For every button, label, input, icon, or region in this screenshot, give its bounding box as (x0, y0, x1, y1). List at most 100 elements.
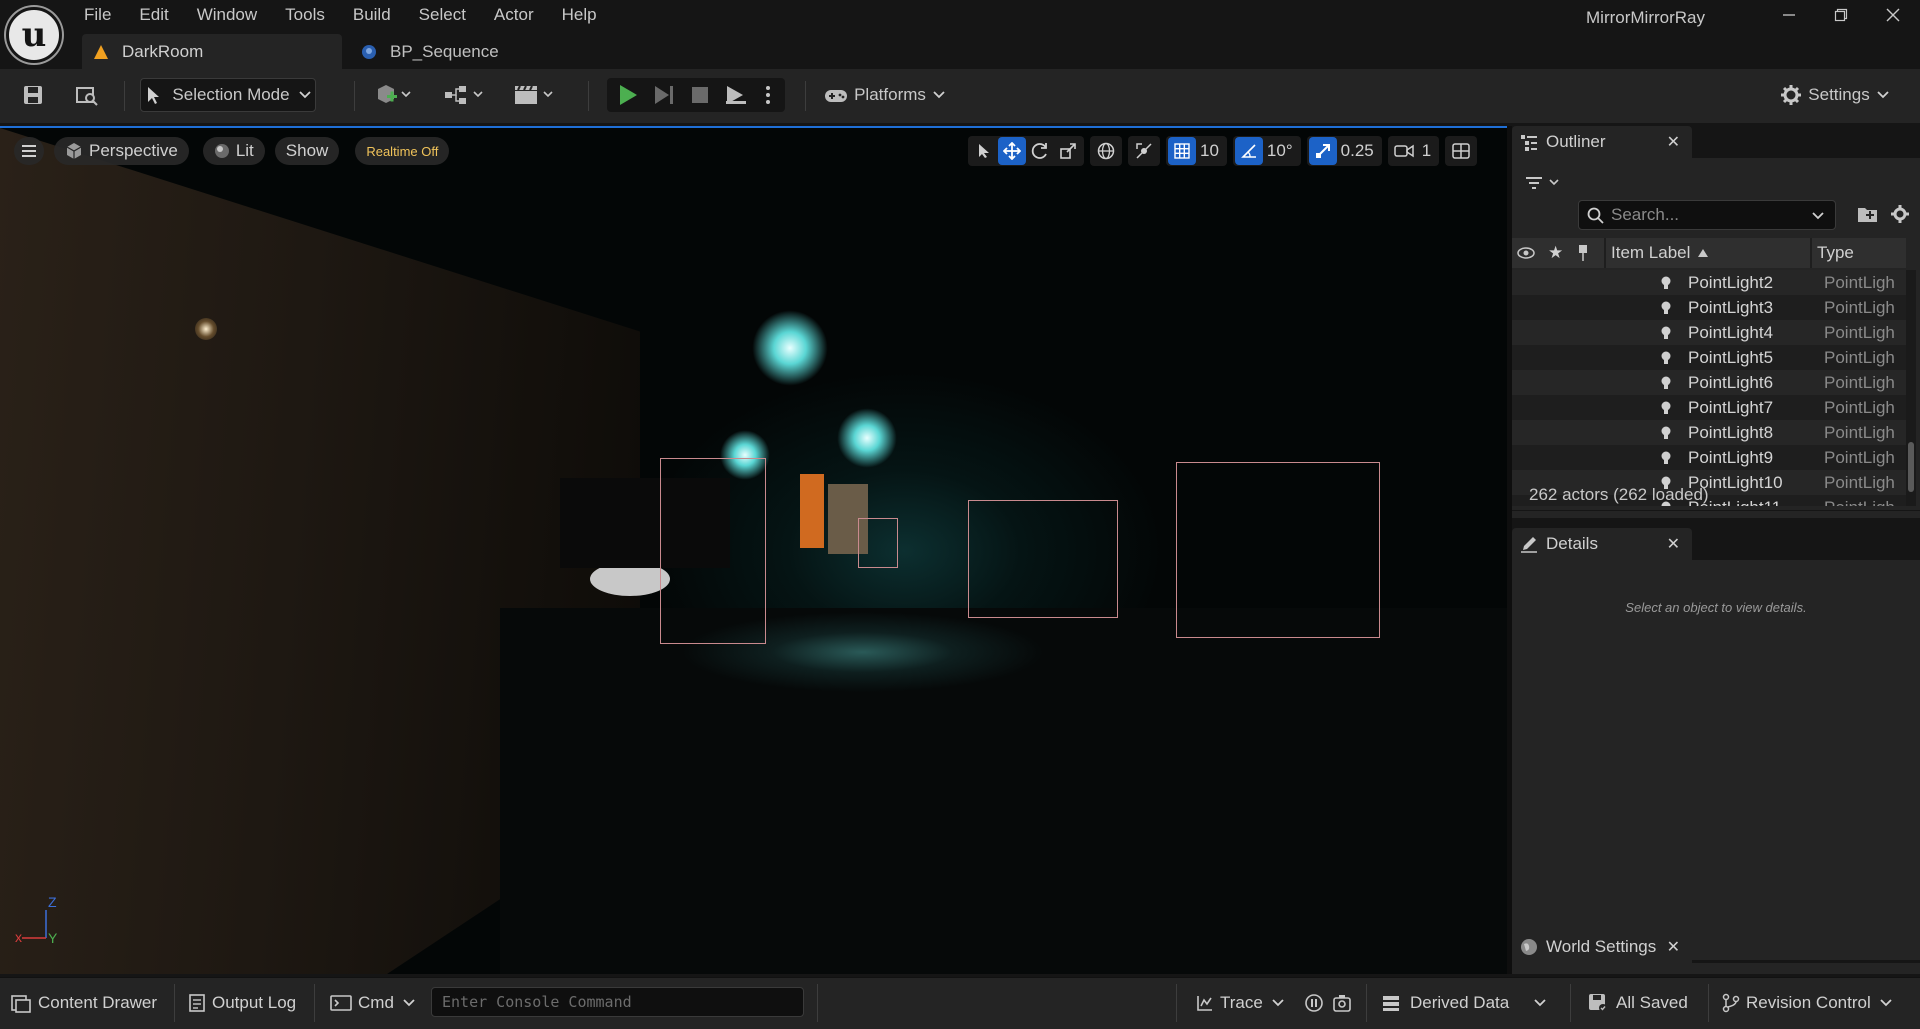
eject-button[interactable] (718, 78, 754, 112)
outliner-settings-button[interactable] (1890, 204, 1914, 228)
item-label-column-header[interactable]: Item Label (1611, 243, 1690, 263)
add-folder-icon (1858, 208, 1877, 222)
details-tab[interactable]: Details ✕ (1512, 528, 1692, 560)
world-settings-tab[interactable]: World Settings ✕ (1512, 931, 1692, 963)
scale-snap-value[interactable]: 0.25 (1337, 141, 1380, 161)
play-button[interactable] (610, 78, 646, 112)
close-window-button[interactable] (1870, 0, 1916, 30)
details-close-button[interactable]: ✕ (1667, 534, 1680, 554)
settings-dropdown[interactable]: Settings (1776, 78, 1894, 112)
outliner-close-button[interactable]: ✕ (1667, 132, 1680, 152)
grid-snap-value[interactable]: 10 (1196, 141, 1225, 161)
visibility-eye-icon[interactable] (1517, 246, 1535, 260)
type-column-header[interactable]: Type (1817, 243, 1854, 263)
more-vertical-icon (766, 86, 770, 104)
camera-speed-value[interactable]: 1 (1418, 141, 1437, 161)
tab-darkroom[interactable]: DarkRoom (82, 34, 342, 69)
scrollbar-thumb[interactable] (1908, 442, 1914, 492)
revision-control-dropdown[interactable]: Revision Control (1722, 984, 1893, 1022)
grid-snap-toggle[interactable] (1168, 137, 1196, 165)
level-viewport[interactable]: Perspective Lit Show Realtime Off 10 10°… (0, 126, 1507, 974)
viewport-layout-button[interactable] (1447, 137, 1475, 165)
perspective-button[interactable]: Perspective (54, 137, 189, 165)
world-settings-close-button[interactable]: ✕ (1667, 937, 1680, 957)
outliner-search-input[interactable]: Search... (1578, 200, 1836, 230)
cinematics-button[interactable] (512, 78, 560, 112)
lit-sphere-icon (214, 144, 229, 158)
play-options-button[interactable] (754, 78, 782, 112)
rotation-snap-toggle[interactable] (1234, 137, 1263, 165)
scale-icon (1060, 143, 1076, 159)
rotation-snap-value[interactable]: 10° (1263, 141, 1299, 161)
trace-label: Trace (1220, 993, 1263, 1012)
table-row[interactable]: PointLight8 PointLigh (1512, 420, 1906, 445)
menu-help[interactable]: Help (548, 4, 611, 26)
selection-box (660, 458, 766, 644)
blueprints-button[interactable] (441, 78, 491, 112)
advance-frame-button[interactable] (646, 78, 682, 112)
menu-actor[interactable]: Actor (480, 4, 548, 26)
menu-window[interactable]: Window (183, 4, 271, 26)
main-toolbar: Selection Mode Platforms Settings (0, 69, 1920, 125)
world-space-button[interactable] (1092, 137, 1120, 165)
screenshot-button[interactable] (1332, 984, 1352, 1022)
source-control-icon (1722, 993, 1740, 1013)
svg-text:x: x (15, 929, 22, 945)
minimize-button[interactable] (1766, 0, 1812, 30)
console-command-input[interactable]: Enter Console Command (431, 987, 804, 1017)
table-row[interactable]: PointLight2 PointLigh (1512, 270, 1906, 295)
selection-mode-dropdown[interactable]: Selection Mode (140, 78, 316, 112)
column-divider[interactable] (1810, 238, 1812, 268)
point-light-icon (1661, 376, 1671, 389)
browse-button[interactable] (72, 78, 102, 112)
derived-data-dropdown[interactable]: Derived Data (1382, 984, 1547, 1022)
view-mode-button[interactable]: Lit (202, 137, 265, 165)
all-saved-button[interactable]: All Saved (1588, 984, 1688, 1022)
table-row[interactable]: PointLight4 PointLigh (1512, 320, 1906, 345)
trace-record-button[interactable] (1304, 984, 1324, 1022)
translate-tool-button[interactable] (998, 137, 1026, 165)
cmd-dropdown[interactable]: Cmd (330, 984, 416, 1022)
cursor-icon (979, 144, 989, 158)
select-tool-button[interactable] (970, 137, 998, 165)
realtime-toggle[interactable]: Realtime Off (355, 137, 450, 165)
column-divider[interactable] (1604, 238, 1606, 268)
save-button[interactable] (18, 78, 48, 112)
pin-icon[interactable] (1576, 244, 1590, 262)
output-log-button[interactable]: Output Log (188, 984, 296, 1022)
scale-snap-toggle[interactable] (1308, 137, 1337, 165)
restore-button[interactable] (1818, 0, 1864, 30)
menu-file[interactable]: File (70, 4, 125, 26)
trace-dropdown[interactable]: Trace (1196, 984, 1285, 1022)
star-icon[interactable]: ★ (1548, 243, 1563, 263)
stop-button[interactable] (682, 78, 718, 112)
menu-select[interactable]: Select (405, 4, 480, 26)
table-row[interactable]: PointLight9 PointLigh (1512, 445, 1906, 470)
record-icon (1305, 994, 1323, 1012)
add-folder-button[interactable] (1857, 204, 1881, 228)
menu-build[interactable]: Build (339, 4, 405, 26)
camera-speed-button[interactable] (1390, 137, 1418, 165)
realtime-label: Realtime Off (366, 143, 439, 159)
filter-button[interactable] (1522, 168, 1566, 198)
tab-bp-sequence[interactable]: BP_Sequence (350, 34, 550, 69)
rotate-tool-button[interactable] (1026, 137, 1054, 165)
add-actor-button[interactable] (372, 78, 416, 112)
outliner-scrollbar[interactable] (1906, 270, 1916, 506)
table-row[interactable]: PointLight6 PointLigh (1512, 370, 1906, 395)
unreal-logo-icon[interactable]: u (6, 7, 62, 63)
platforms-dropdown[interactable]: Platforms (822, 78, 948, 112)
content-drawer-button[interactable]: Content Drawer (10, 984, 157, 1022)
menu-tools[interactable]: Tools (271, 4, 339, 26)
surface-snapping-button[interactable] (1130, 137, 1158, 165)
table-row[interactable]: PointLight5 PointLigh (1512, 345, 1906, 370)
table-row[interactable]: PointLight7 PointLigh (1512, 395, 1906, 420)
table-row[interactable]: PointLight3 PointLigh (1512, 295, 1906, 320)
show-label: Show (285, 141, 329, 160)
viewport-menu-button[interactable] (14, 137, 44, 165)
scale-tool-button[interactable] (1054, 137, 1082, 165)
title-bar: u File Edit Window Tools Build Select Ac… (0, 0, 1920, 69)
menu-edit[interactable]: Edit (125, 4, 182, 26)
show-button[interactable]: Show (274, 137, 340, 165)
outliner-tab[interactable]: Outliner ✕ (1512, 126, 1692, 158)
